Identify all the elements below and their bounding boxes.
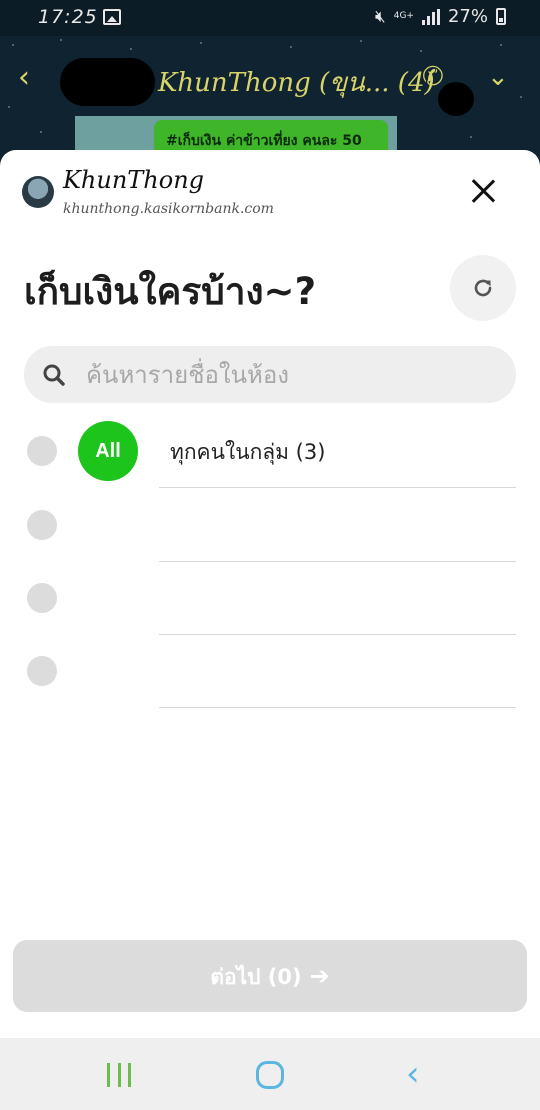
page-title: เก็บเงินใครบ้าง~? xyxy=(24,270,317,313)
arrow-right-icon: ➔ xyxy=(309,962,330,990)
search-icon xyxy=(43,364,65,386)
signal-icon xyxy=(421,8,440,25)
member-row[interactable] xyxy=(0,634,540,708)
app-avatar xyxy=(22,176,54,208)
status-time: 17:25 xyxy=(38,6,98,28)
phone-icon[interactable]: ✆ xyxy=(422,62,444,92)
select-radio[interactable] xyxy=(27,436,57,466)
mute-icon: 🔇︎ xyxy=(375,6,386,27)
all-badge: All xyxy=(78,421,138,481)
battery-percent: 27% xyxy=(447,6,488,27)
search-box[interactable] xyxy=(24,346,516,403)
back-icon[interactable]: ‹ xyxy=(406,1057,430,1091)
app-domain: khunthong.kasikornbank.com xyxy=(63,201,274,217)
select-radio[interactable] xyxy=(27,656,57,686)
close-icon[interactable] xyxy=(466,174,500,208)
battery-icon xyxy=(496,8,506,25)
chevron-down-icon[interactable]: ⌄ xyxy=(487,62,509,92)
network-type: 4G+ xyxy=(393,11,414,21)
chat-header: ‹ KhunThong (ขุน... (4) ✆ ⌄ #เก็บเงิน ค่… xyxy=(0,36,540,150)
select-radio[interactable] xyxy=(27,510,57,540)
member-label: ทุกคนในกลุ่ม (3) xyxy=(170,440,326,464)
refresh-icon xyxy=(474,279,492,297)
member-row[interactable] xyxy=(0,561,540,635)
collect-money-sheet: KhunThong khunthong.kasikornbank.com เก็… xyxy=(0,150,540,1038)
gallery-icon xyxy=(103,9,121,25)
refresh-button[interactable] xyxy=(450,255,516,321)
status-icons: 🔇︎ 4G+ 27% xyxy=(375,6,506,27)
home-icon[interactable] xyxy=(256,1061,284,1089)
message-preview: #เก็บเงิน ค่าข้าวเที่ยง คนละ 50 xyxy=(154,120,388,150)
navigation-bar: ‹ xyxy=(0,1038,540,1110)
redacted-avatar xyxy=(60,58,155,106)
member-row[interactable] xyxy=(0,488,540,562)
next-button[interactable]: ต่อไป (0) ➔ xyxy=(13,940,527,1012)
status-bar: 17:25 🔇︎ 4G+ 27% xyxy=(0,0,540,36)
app-name: KhunThong xyxy=(63,166,205,194)
select-radio[interactable] xyxy=(27,583,57,613)
member-row-all[interactable]: All ทุกคนในกลุ่ม (3) xyxy=(0,414,540,488)
row-divider xyxy=(159,707,516,708)
chat-back-icon[interactable]: ‹ xyxy=(18,60,44,95)
redacted-mark xyxy=(438,82,474,116)
chat-title[interactable]: KhunThong (ขุน... (4) xyxy=(158,62,435,103)
search-input[interactable] xyxy=(86,346,496,403)
recents-icon[interactable] xyxy=(107,1063,131,1087)
next-label: ต่อไป (0) xyxy=(210,965,302,989)
